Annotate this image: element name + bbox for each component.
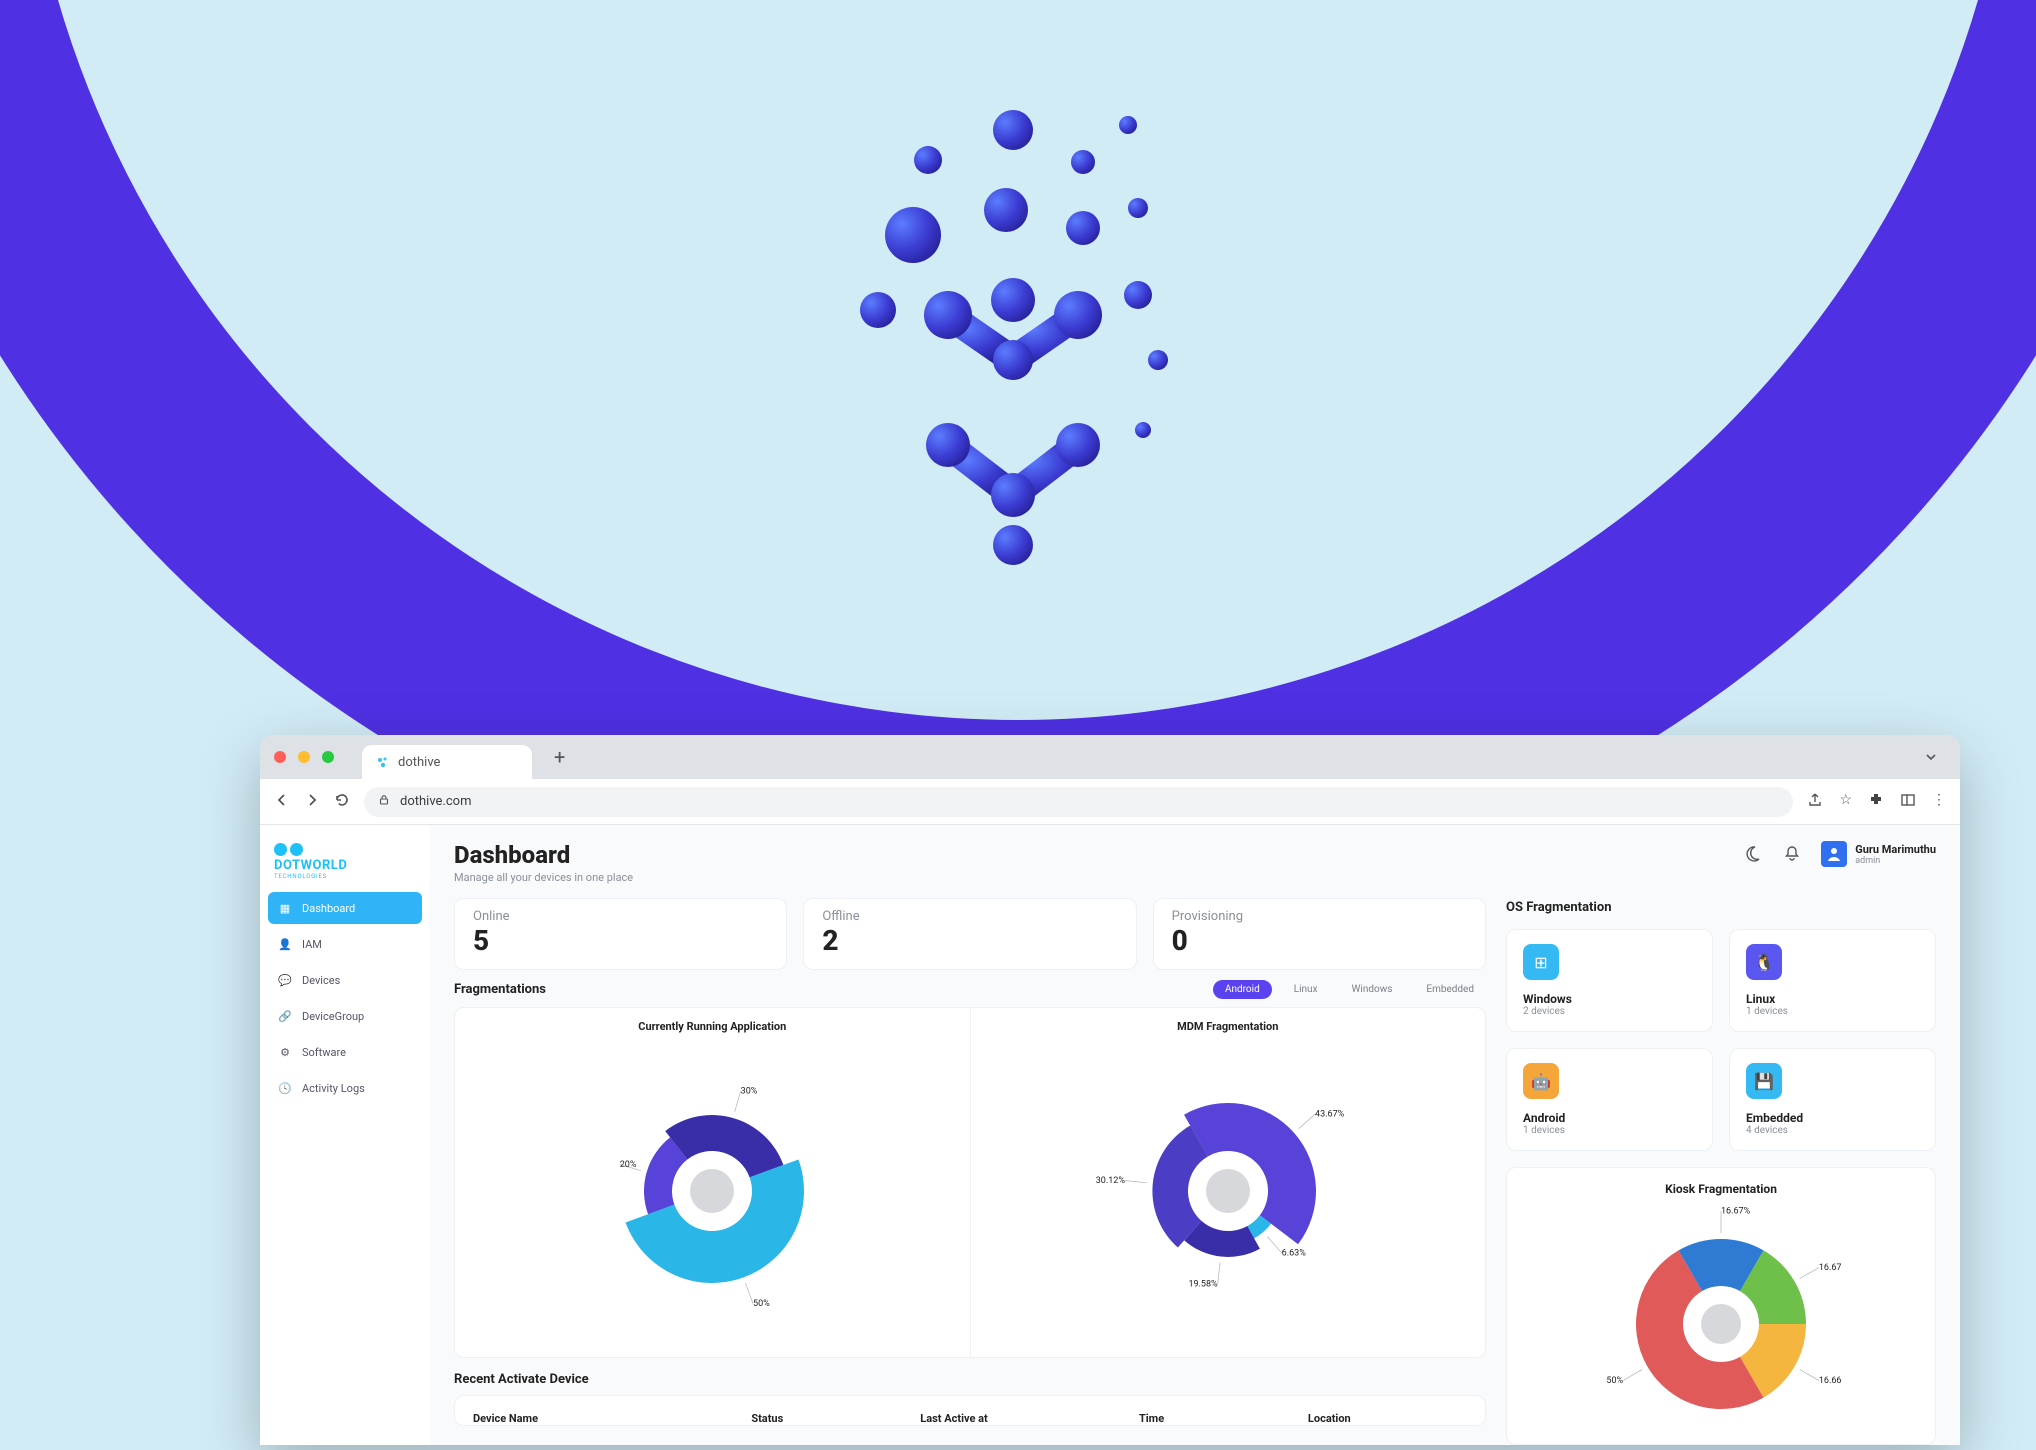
os-card-android[interactable]: 🤖 Android 1 devices <box>1506 1048 1713 1151</box>
stat-provisioning: Provisioning 0 <box>1153 898 1486 970</box>
recent-title: Recent Activate Device <box>454 1372 1486 1387</box>
window-minimize-icon[interactable] <box>298 751 310 763</box>
svg-text:43.67%: 43.67% <box>1315 1110 1345 1120</box>
url-text: dothive.com <box>400 794 471 809</box>
tab-title: dothive <box>398 755 440 770</box>
fragmentations-card: Currently Running Application 20%30%50% … <box>454 1007 1486 1358</box>
page-subtitle: Manage all your devices in one place <box>454 871 633 884</box>
panel-icon[interactable] <box>1900 792 1916 812</box>
svg-text:16.67%: 16.67% <box>1819 1263 1841 1273</box>
svg-text:16.67%: 16.67% <box>1721 1206 1751 1216</box>
col-time: Time <box>1139 1412 1308 1425</box>
bookmark-icon[interactable]: ☆ <box>1839 792 1852 812</box>
os-card-embedded[interactable]: 💾 Embedded 4 devices <box>1729 1048 1936 1151</box>
app-viewport: DOTWORLD TECHNOLOGIES ▦ Dashboard 👤 IAM … <box>260 825 1960 1445</box>
svg-text:30.12%: 30.12% <box>1095 1176 1125 1186</box>
sidebar-item-label: Activity Logs <box>302 1082 365 1095</box>
osfrag-title: OS Fragmentation <box>1506 900 1936 915</box>
url-bar[interactable]: dothive.com <box>364 787 1793 817</box>
stat-online: Online 5 <box>454 898 787 970</box>
svg-text:50%: 50% <box>753 1299 770 1309</box>
nav-back-icon[interactable] <box>274 792 290 812</box>
frag-left-title: Currently Running Application <box>465 1020 960 1033</box>
avatar <box>1821 841 1847 867</box>
kebab-icon[interactable]: ⋮ <box>1932 792 1946 812</box>
frag-tab-windows[interactable]: Windows <box>1340 980 1405 999</box>
brand-logo: DOTWORLD TECHNOLOGIES <box>268 839 422 892</box>
fragmentations-title: Fragmentations <box>454 982 546 997</box>
frag-tab-embedded[interactable]: Embedded <box>1414 980 1486 999</box>
sidebar-item-activity-logs[interactable]: 🕓 Activity Logs <box>268 1072 422 1104</box>
chart-kiosk: 16.67% 16.67% 16.66% 50% <box>1523 1204 1919 1444</box>
svg-text:30%: 30% <box>741 1086 758 1096</box>
window-maximize-icon[interactable] <box>322 751 334 763</box>
svg-text:50%: 50% <box>1606 1376 1623 1386</box>
nav-reload-icon[interactable] <box>334 792 350 812</box>
sidebar-item-iam[interactable]: 👤 IAM <box>268 928 422 960</box>
svg-text:20%: 20% <box>620 1160 637 1170</box>
new-tab-button[interactable]: + <box>554 745 565 769</box>
grid-icon: ▦ <box>278 902 292 915</box>
sidebar: DOTWORLD TECHNOLOGIES ▦ Dashboard 👤 IAM … <box>260 825 430 1445</box>
sidebar-item-devices[interactable]: 💬 Devices <box>268 964 422 996</box>
sidebar-item-label: IAM <box>302 938 322 951</box>
svg-text:16.66%: 16.66% <box>1819 1376 1841 1386</box>
hero-logo <box>808 100 1228 620</box>
android-icon: 🤖 <box>1523 1063 1559 1099</box>
sidebar-item-dashboard[interactable]: ▦ Dashboard <box>268 892 422 924</box>
gear-icon: ⚙ <box>278 1046 292 1059</box>
bell-icon[interactable] <box>1781 843 1803 865</box>
linux-icon: 🐧 <box>1746 944 1782 980</box>
sidebar-item-label: Devices <box>302 974 340 987</box>
sidebar-item-label: Dashboard <box>302 902 355 915</box>
sidebar-item-software[interactable]: ⚙ Software <box>268 1036 422 1068</box>
extensions-icon[interactable] <box>1868 792 1884 812</box>
window-close-icon[interactable] <box>274 751 286 763</box>
sidebar-item-label: DeviceGroup <box>302 1010 364 1023</box>
frag-tab-linux[interactable]: Linux <box>1282 980 1330 999</box>
user-role: admin <box>1855 856 1936 866</box>
frag-tab-android[interactable]: Android <box>1213 980 1272 999</box>
theme-toggle-icon[interactable] <box>1741 843 1763 865</box>
main-content: Dashboard Manage all your devices in one… <box>430 825 1960 1445</box>
kiosk-title: Kiosk Fragmentation <box>1523 1182 1919 1196</box>
browser-tab[interactable]: dothive <box>362 745 532 779</box>
svg-text:6.63%: 6.63% <box>1281 1248 1306 1258</box>
clock-icon: 🕓 <box>278 1082 292 1095</box>
kiosk-card: Kiosk Fragmentation 16.67% 16.67% 16.66% 50… <box>1506 1167 1936 1445</box>
os-card-linux[interactable]: 🐧 Linux 1 devices <box>1729 929 1936 1032</box>
share-icon[interactable] <box>1807 792 1823 812</box>
sidebar-item-label: Software <box>302 1046 346 1059</box>
chat-icon: 💬 <box>278 974 292 987</box>
embedded-icon: 💾 <box>1746 1063 1782 1099</box>
nav-forward-icon[interactable] <box>304 792 320 812</box>
page-header: Dashboard Manage all your devices in one… <box>454 841 1936 884</box>
tab-favicon <box>376 755 390 769</box>
link-icon: 🔗 <box>278 1010 292 1023</box>
os-card-windows[interactable]: ⊞ Windows 2 devices <box>1506 929 1713 1032</box>
browser-toolbar: dothive.com ☆ ⋮ <box>260 779 1960 825</box>
sidebar-item-devicegroup[interactable]: 🔗 DeviceGroup <box>268 1000 422 1032</box>
browser-tabbar: dothive + <box>260 735 1960 779</box>
user-menu[interactable]: Guru Marimuthu admin <box>1821 841 1936 867</box>
col-location: Location <box>1308 1412 1467 1425</box>
recent-card: Device Name Status Last Active at Time L… <box>454 1395 1486 1426</box>
frag-right-title: MDM Fragmentation <box>981 1020 1476 1033</box>
user-icon: 👤 <box>278 938 292 951</box>
lock-icon <box>378 794 390 810</box>
chart-running-app: 20% 30% 50% <box>465 1041 960 1341</box>
svg-text:19.58%: 19.58% <box>1188 1280 1218 1290</box>
browser-window: dothive + dothive.com ☆ ⋮ DOTWORLD TEC <box>260 735 1960 1445</box>
col-last-active: Last Active at <box>920 1412 1139 1425</box>
page-title: Dashboard <box>454 841 633 869</box>
windows-icon: ⊞ <box>1523 944 1559 980</box>
col-status: Status <box>751 1412 920 1425</box>
user-name: Guru Marimuthu <box>1855 843 1936 856</box>
chart-mdm-frag: 43.67% 6.63% 19.58% 30.12% <box>981 1041 1476 1341</box>
tabs-overflow-icon[interactable] <box>1916 742 1946 772</box>
stat-offline: Offline 2 <box>803 898 1136 970</box>
col-device-name: Device Name <box>473 1412 751 1425</box>
